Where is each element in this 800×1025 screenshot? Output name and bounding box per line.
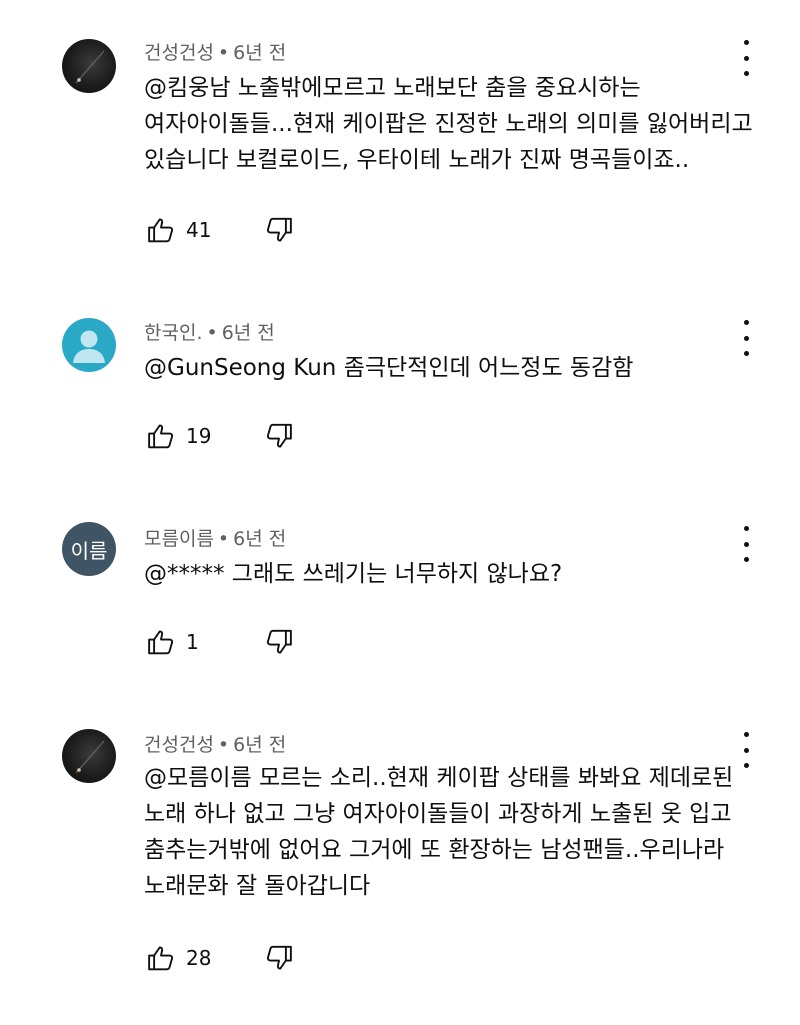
timestamp: 6년 전	[233, 528, 287, 550]
like-count: 19	[186, 424, 212, 448]
comment-actions: 19	[146, 420, 294, 452]
comment-actions: 41	[146, 214, 294, 246]
author-name[interactable]: 건성건성	[144, 734, 214, 756]
thumb-down-icon[interactable]	[264, 627, 294, 657]
thumb-down-icon[interactable]	[264, 943, 294, 973]
thumb-down-icon[interactable]	[264, 421, 294, 451]
comment-actions: 1	[146, 626, 294, 658]
comment-actions: 28	[146, 942, 294, 974]
timestamp: 6년 전	[233, 42, 287, 64]
comment-text: @킴웅남 노출밖에모르고 노래보단 춤을 중요시하는 여자아이돌들...현재 케…	[144, 75, 753, 173]
thumb-up-icon[interactable]	[146, 627, 176, 657]
timestamp: 6년 전	[233, 734, 287, 756]
separator-dot: •	[217, 528, 230, 550]
author-name[interactable]: 모름이름	[144, 528, 214, 550]
separator-dot: •	[206, 322, 218, 344]
comment-meta: 한국인. • 6년 전	[144, 318, 275, 345]
comment-meta: 건성건성 • 6년 전	[144, 730, 286, 757]
comment-text: @GunSeong Kun 좀극단적인데 어느정도 동감함	[144, 355, 634, 381]
like-count: 1	[186, 630, 199, 654]
separator-dot: •	[217, 42, 230, 64]
comment-meta: 모름이름 • 6년 전	[144, 524, 286, 551]
comment-text: @***** 그래도 쓰레기는 너무하지 않나요?	[144, 561, 563, 587]
timestamp: 6년 전	[221, 322, 275, 344]
avatar[interactable]	[62, 729, 116, 783]
thumb-up-icon[interactable]	[146, 943, 176, 973]
avatar[interactable]	[62, 39, 116, 93]
like-count: 28	[186, 946, 212, 970]
author-name[interactable]: 건성건성	[144, 42, 214, 64]
avatar[interactable]	[62, 318, 116, 372]
thumb-up-icon[interactable]	[146, 421, 176, 451]
thumb-down-icon[interactable]	[264, 215, 294, 245]
comment-text: @모름이름 모르는 소리..현재 케이팝 상태를 봐봐요 제데로된 노래 하나 …	[144, 765, 734, 899]
separator-dot: •	[217, 734, 230, 756]
comment-meta: 건성건성 • 6년 전	[144, 38, 286, 65]
author-name[interactable]: 한국인.	[144, 322, 202, 344]
like-count: 41	[186, 218, 212, 242]
thumb-up-icon[interactable]	[146, 215, 176, 245]
avatar[interactable]: 이름	[62, 522, 116, 576]
